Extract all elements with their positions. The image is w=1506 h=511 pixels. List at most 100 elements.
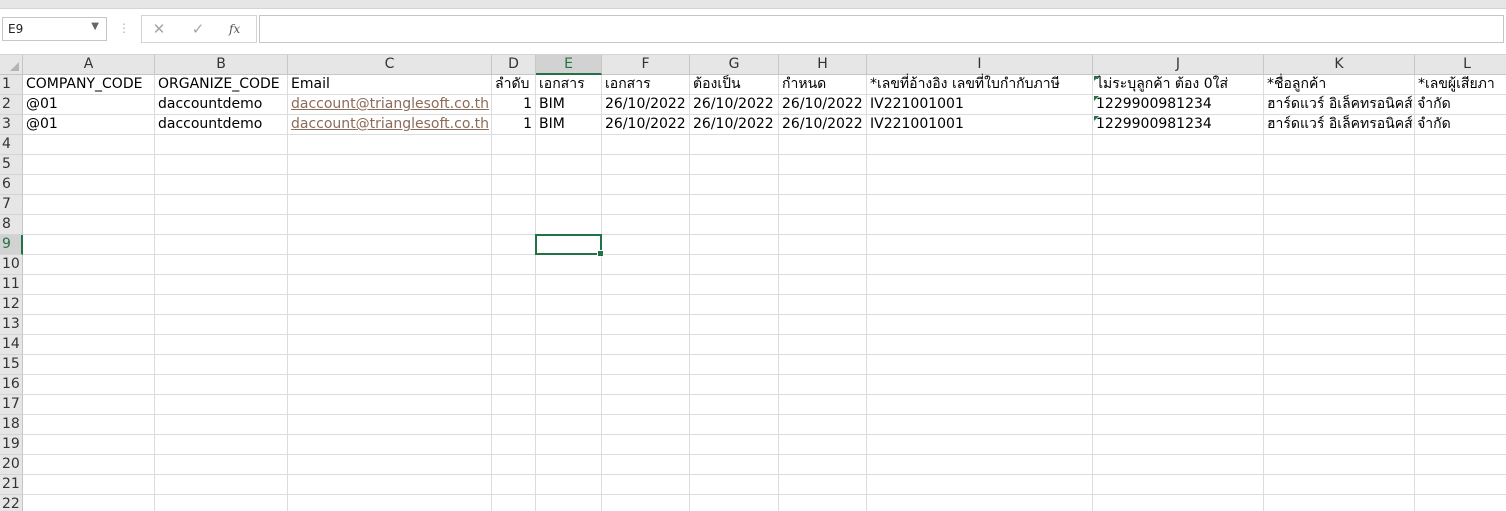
cell-f11[interactable] [602,275,690,295]
cell-h11[interactable] [779,275,867,295]
cell-e3[interactable]: BIM [536,115,602,135]
row-header-13[interactable]: 13 [0,315,23,335]
cell-c21[interactable] [288,475,492,495]
column-header-f[interactable]: F [602,55,690,75]
cell-c20[interactable] [288,455,492,475]
cell-l2[interactable] [1415,95,1506,115]
row-header-21[interactable]: 21 [0,475,23,495]
cell-e15[interactable] [536,355,602,375]
cell-g21[interactable] [690,475,779,495]
cell-i20[interactable] [867,455,1093,475]
cell-k5[interactable] [1264,155,1415,175]
cell-h2[interactable]: 26/10/2022 [779,95,867,115]
cell-b12[interactable] [155,295,288,315]
row-header-16[interactable]: 16 [0,375,23,395]
cell-a9[interactable] [23,235,155,255]
cell-g16[interactable] [690,375,779,395]
column-header-h[interactable]: H [779,55,867,75]
cell-l16[interactable] [1415,375,1506,395]
cell-d5[interactable] [492,155,536,175]
cell-f15[interactable] [602,355,690,375]
cell-a18[interactable] [23,415,155,435]
cell-a16[interactable] [23,375,155,395]
column-header-g[interactable]: G [690,55,779,75]
cell-g9[interactable] [690,235,779,255]
cell-l11[interactable] [1415,275,1506,295]
cell-l14[interactable] [1415,335,1506,355]
row-header-2[interactable]: 2 [0,95,23,115]
cell-f8[interactable] [602,215,690,235]
cell-b10[interactable] [155,255,288,275]
cell-k12[interactable] [1264,295,1415,315]
cell-j1[interactable]: ไม่ระบุลูกค้า ต้อง 0ใส่ [1093,75,1264,95]
cell-f7[interactable] [602,195,690,215]
cell-h3[interactable]: 26/10/2022 [779,115,867,135]
cell-a7[interactable] [23,195,155,215]
cell-d12[interactable] [492,295,536,315]
cell-f13[interactable] [602,315,690,335]
cell-b7[interactable] [155,195,288,215]
cell-d7[interactable] [492,195,536,215]
cell-a14[interactable] [23,335,155,355]
row-header-22[interactable]: 22 [0,495,23,511]
cell-c11[interactable] [288,275,492,295]
cell-k21[interactable] [1264,475,1415,495]
cell-l18[interactable] [1415,415,1506,435]
cell-j18[interactable] [1093,415,1264,435]
cell-e17[interactable] [536,395,602,415]
cell-e7[interactable] [536,195,602,215]
cell-h5[interactable] [779,155,867,175]
cell-a22[interactable] [23,495,155,511]
cell-a2[interactable]: @01 [23,95,155,115]
cell-i12[interactable] [867,295,1093,315]
cell-k10[interactable] [1264,255,1415,275]
cell-k22[interactable] [1264,495,1415,511]
cell-g19[interactable] [690,435,779,455]
cell-k18[interactable] [1264,415,1415,435]
cell-k20[interactable] [1264,455,1415,475]
cell-l20[interactable] [1415,455,1506,475]
cell-j5[interactable] [1093,155,1264,175]
column-header-i[interactable]: I [867,55,1093,75]
row-header-12[interactable]: 12 [0,295,23,315]
row-header-11[interactable]: 11 [0,275,23,295]
cell-d14[interactable] [492,335,536,355]
cell-l4[interactable] [1415,135,1506,155]
cell-e11[interactable] [536,275,602,295]
row-header-9[interactable]: 9 [0,235,23,255]
cell-j3[interactable]: 1229900981234 [1093,115,1264,135]
formula-input[interactable] [259,15,1504,43]
cell-a1[interactable]: COMPANY_CODE [23,75,155,95]
cell-d4[interactable] [492,135,536,155]
cell-f18[interactable] [602,415,690,435]
cell-k17[interactable] [1264,395,1415,415]
cell-e5[interactable] [536,155,602,175]
cell-g15[interactable] [690,355,779,375]
cell-h21[interactable] [779,475,867,495]
cell-c15[interactable] [288,355,492,375]
cell-i10[interactable] [867,255,1093,275]
cell-g7[interactable] [690,195,779,215]
cell-d8[interactable] [492,215,536,235]
cell-g6[interactable] [690,175,779,195]
cell-i22[interactable] [867,495,1093,511]
cell-d16[interactable] [492,375,536,395]
row-header-15[interactable]: 15 [0,355,23,375]
cell-j2[interactable]: 1229900981234 [1093,95,1264,115]
cell-h7[interactable] [779,195,867,215]
cell-b4[interactable] [155,135,288,155]
row-header-8[interactable]: 8 [0,215,23,235]
row-header-1[interactable]: 1 [0,75,23,95]
cell-f10[interactable] [602,255,690,275]
cell-d3[interactable]: 1 [492,115,536,135]
column-header-c[interactable]: C [288,55,492,75]
cell-f2[interactable]: 26/10/2022 [602,95,690,115]
cell-l15[interactable] [1415,355,1506,375]
cell-e22[interactable] [536,495,602,511]
cell-k2[interactable]: ฮาร์ดแวร์ อิเล็คทรอนิคส์ จำกัด [1264,95,1451,115]
cell-e14[interactable] [536,335,602,355]
cell-j11[interactable] [1093,275,1264,295]
cell-l10[interactable] [1415,255,1506,275]
cell-f1[interactable]: เอกสาร [602,75,690,95]
column-header-j[interactable]: J [1093,55,1264,75]
